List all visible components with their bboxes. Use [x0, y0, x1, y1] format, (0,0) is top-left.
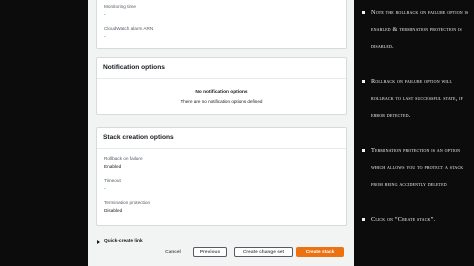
create-stack-button[interactable]: Create stack: [296, 247, 344, 257]
termination-protection-field: Termination protection Disabled: [104, 200, 150, 214]
stack-creation-options-title: Stack creation options: [103, 134, 174, 141]
note-click-create-stack: Click on “Create stack”.: [371, 216, 436, 223]
cloudformation-review-page: Monitoring time - CloudWatch alarm ARN -…: [88, 0, 354, 266]
quick-create-link-toggle[interactable]: Quick-create link: [97, 239, 143, 244]
monitoring-time-label: Monitoring time: [104, 4, 137, 9]
termination-protection-label: Termination protection: [104, 200, 151, 205]
no-notification-options-description: There are no notification options define…: [180, 99, 263, 104]
bullet-icon: [362, 80, 365, 83]
cloudwatch-alarm-arn-label: CloudWatch alarm ARN: [104, 26, 154, 31]
notification-options-title: Notification options: [103, 64, 165, 71]
rollback-on-failure-field: Rollback on failure Enabled: [104, 156, 143, 170]
stack-creation-options-header: Stack creation options: [97, 128, 346, 149]
notification-options-header: Notification options: [97, 58, 346, 79]
note-termination-protection: Termination protection is an option whic…: [371, 147, 464, 189]
rollback-on-failure-label: Rollback on failure: [104, 156, 143, 161]
caret-right-icon: [97, 239, 100, 244]
notes-panel: Note the rollback on failure option is e…: [357, 0, 474, 266]
cancel-button[interactable]: Cancel: [162, 247, 184, 257]
bullet-icon: [362, 218, 365, 221]
cloudwatch-alarm-arn-field: CloudWatch alarm ARN -: [104, 26, 153, 40]
cloudwatch-alarm-arn-value: -: [104, 34, 106, 39]
create-change-set-button[interactable]: Create change set: [234, 247, 293, 257]
bullet-icon: [362, 149, 365, 152]
timeout-value: -: [104, 186, 106, 191]
monitoring-time-field: Monitoring time -: [104, 4, 136, 18]
previous-button[interactable]: Previous: [193, 247, 227, 257]
termination-protection-value: Disabled: [104, 208, 123, 213]
timeout-label: Timeout: [104, 178, 121, 183]
stack-creation-options-panel: Stack creation options Rollback on failu…: [96, 127, 347, 226]
no-notification-options-title: No notification options: [195, 90, 248, 95]
note-rollback-explained: Rollback on failure option will rollback…: [371, 78, 463, 120]
note-rollback-termination: Note the rollback on failure option is e…: [371, 9, 469, 51]
rollback-configuration-panel: Monitoring time - CloudWatch alarm ARN -: [96, 0, 347, 49]
timeout-field: Timeout -: [104, 178, 121, 192]
quick-create-link-label: Quick-create link: [104, 239, 143, 244]
notification-options-panel: Notification options No notification opt…: [96, 57, 347, 115]
rollback-on-failure-value: Enabled: [104, 164, 122, 169]
monitoring-time-value: -: [104, 12, 106, 17]
bullet-icon: [362, 11, 365, 14]
